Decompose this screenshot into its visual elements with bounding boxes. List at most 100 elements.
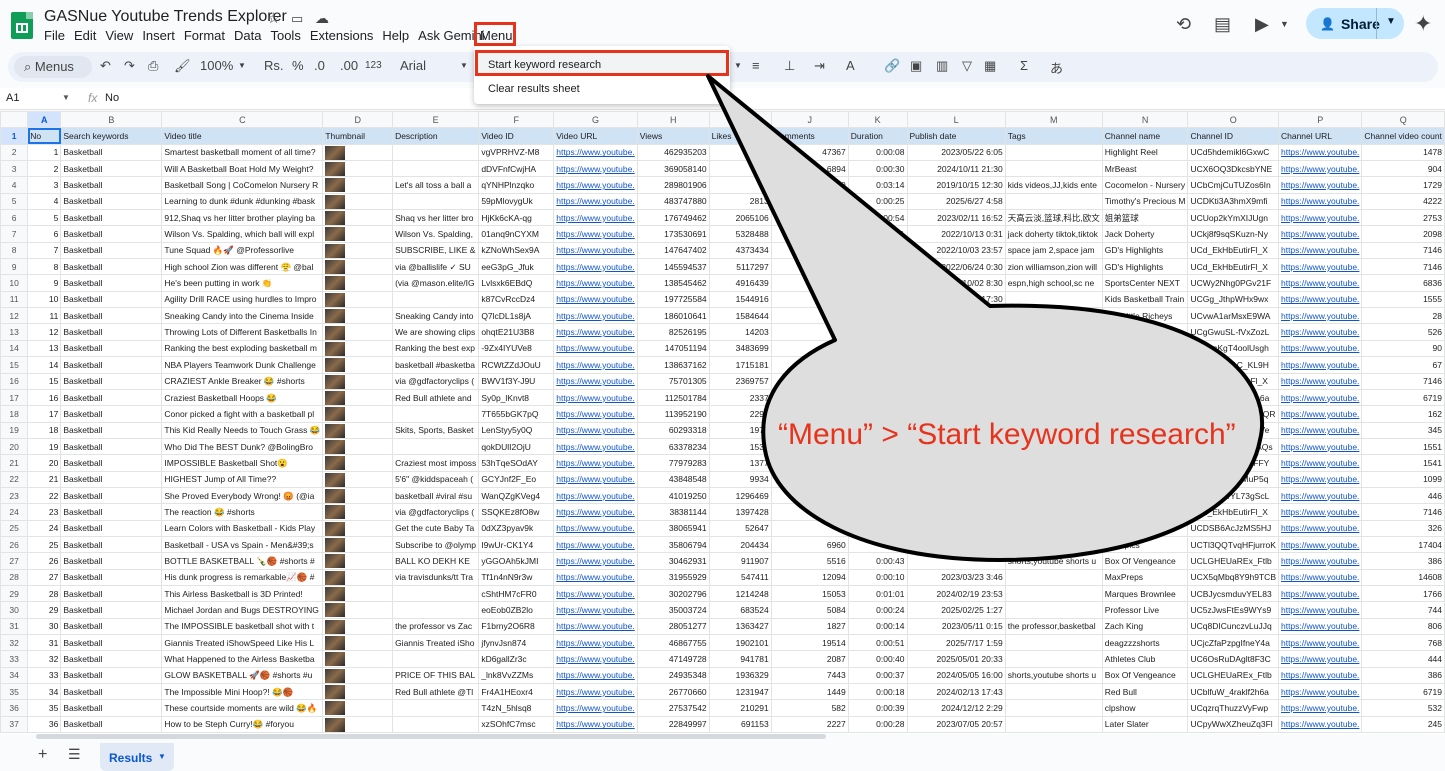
cell[interactable]: 30462931 — [636, 552, 710, 570]
cell[interactable]: 26 — [27, 552, 62, 570]
cell[interactable]: 0:00:30 — [847, 290, 908, 309]
cell[interactable]: Jack Doherty — [1101, 225, 1189, 243]
cell[interactable]: SSQKEz8fO8w — [478, 503, 555, 521]
cell[interactable]: This Kid Really Needs to Touch Grass 😂 — [161, 421, 324, 439]
cell[interactable]: GCYJnf2F_Eo — [478, 470, 555, 488]
cell[interactable]: Basketball — [60, 307, 163, 325]
cell[interactable]: https://www.youtube. — [1277, 666, 1363, 685]
cell[interactable] — [906, 372, 1006, 390]
cell[interactable]: The reaction 😂 #shorts — [161, 503, 324, 521]
cell[interactable] — [392, 143, 480, 162]
cell[interactable]: https://www.youtube. — [1277, 715, 1363, 734]
thumbnail-cell[interactable] — [322, 650, 394, 668]
cell[interactable] — [906, 323, 1006, 341]
thumbnail-cell[interactable] — [322, 339, 394, 358]
cell[interactable]: https://www.youtube. — [553, 601, 638, 619]
cell[interactable]: 19514 — [770, 633, 849, 652]
row-number[interactable]: 26 — [0, 535, 29, 554]
cell[interactable]: 197725584 — [636, 290, 710, 309]
cell[interactable] — [770, 241, 849, 260]
cell[interactable]: 30 — [27, 617, 62, 636]
cell[interactable]: https://www.youtube. — [553, 470, 638, 488]
cell[interactable]: Later Slater — [1101, 715, 1189, 734]
cell[interactable]: UC6OsRuDAglt8F3C — [1187, 650, 1279, 668]
cell[interactable]: 941781 — [708, 650, 772, 668]
font-chevron-icon[interactable]: ▼ — [460, 61, 468, 70]
cell[interactable]: 5117297 — [708, 258, 772, 276]
cell[interactable]: Basketball — [60, 388, 163, 407]
cell[interactable]: Basketball — [60, 601, 163, 619]
cell[interactable]: 52647 — [708, 519, 772, 537]
cell[interactable]: https://www.youtube. — [1277, 225, 1363, 243]
cell[interactable]: shorts,youtube shorts u — [1004, 552, 1103, 570]
cell[interactable]: cShtHM7cFR0 — [478, 584, 555, 603]
cell[interactable]: Red Bull — [1101, 683, 1189, 701]
move-folder-icon[interactable]: ▭ — [291, 11, 303, 27]
cell[interactable]: The Little Richeys — [1101, 307, 1189, 325]
star-icon[interactable]: ☆ — [267, 9, 280, 27]
cell[interactable]: 24935348 — [636, 666, 710, 685]
cell[interactable]: 2813 — [708, 192, 772, 211]
menu-format[interactable]: Format — [184, 28, 232, 43]
cell[interactable]: https://www.youtube. — [553, 552, 638, 570]
cell[interactable]: 204434 — [708, 535, 772, 554]
cell[interactable]: UCDKti3A3hmX9mfi — [1187, 192, 1279, 211]
cell[interactable] — [392, 715, 480, 734]
cell[interactable]: UCbc1UerYL73gScL — [1187, 486, 1279, 505]
cell[interactable] — [1004, 470, 1103, 488]
percent-format-button[interactable]: % — [292, 58, 304, 73]
cell[interactable]: 113952190 — [636, 405, 710, 423]
cell[interactable]: jfynvJsn874 — [478, 633, 555, 652]
cell[interactable]: 1377 — [708, 454, 772, 472]
row-number[interactable]: 34 — [0, 666, 29, 685]
cell[interactable]: https://www.youtube. — [553, 633, 638, 652]
header-cell[interactable]: Description — [392, 127, 480, 145]
cell[interactable]: 806 — [1361, 617, 1445, 636]
cell[interactable]: shorts,youtube shorts u — [1004, 666, 1103, 685]
cell[interactable]: 4222 — [1361, 192, 1445, 211]
cell[interactable]: https://www.youtube. — [553, 372, 638, 390]
cell[interactable]: 2369757 — [708, 372, 772, 390]
increase-decimal-button[interactable]: .00 — [340, 58, 358, 73]
cell[interactable]: https://www.youtube. — [1277, 209, 1363, 227]
cell[interactable]: Craziest Basketball Hoops 😂 — [161, 388, 324, 407]
horizontal-scrollbar[interactable] — [36, 734, 826, 739]
cell[interactable]: Basketball — [60, 470, 163, 488]
cell[interactable] — [847, 470, 908, 488]
font-select[interactable]: Arial — [400, 58, 426, 73]
thumbnail-cell[interactable] — [322, 388, 394, 407]
cell[interactable]: by ChuChu — [1101, 519, 1189, 537]
cell[interactable]: https://www.youtube. — [1277, 323, 1363, 341]
cell[interactable]: 912,Shaq vs her litter brother playing b… — [161, 209, 324, 227]
column-header-n[interactable]: N — [1101, 111, 1189, 129]
currency-format-button[interactable]: Rs. — [264, 58, 284, 73]
filter-views-icon[interactable]: ▦ — [984, 58, 996, 74]
cell[interactable]: Basketball — [60, 568, 163, 586]
menu-file[interactable]: File — [44, 28, 72, 43]
comments-icon[interactable]: ▤ — [1214, 14, 1231, 35]
name-box[interactable]: A1 — [6, 92, 19, 104]
cell[interactable]: Basketball - USA vs Spain - Men&#39;s — [161, 535, 324, 554]
row-number[interactable]: 23 — [0, 486, 29, 505]
cell[interactable]: 0:00:43 — [847, 552, 908, 570]
menu-tools[interactable]: Tools — [270, 28, 307, 43]
row-number[interactable]: 22 — [0, 470, 29, 488]
cell[interactable] — [1004, 454, 1103, 472]
cell[interactable]: https://www.youtube. — [1277, 192, 1363, 211]
thumbnail-cell[interactable] — [322, 274, 394, 292]
row-number[interactable]: 15 — [0, 356, 29, 374]
cell[interactable]: 67 — [1361, 356, 1445, 374]
cell[interactable] — [392, 650, 480, 668]
cell[interactable]: 1729 — [1361, 176, 1445, 194]
cell[interactable]: 2087 — [770, 650, 849, 668]
row-number[interactable]: 24 — [0, 503, 29, 521]
thumbnail-cell[interactable] — [322, 666, 394, 685]
cell[interactable]: 1449 — [770, 683, 849, 701]
cell[interactable]: 0dXZ3pyav9k — [478, 519, 555, 537]
cell[interactable]: https://www.youtube. — [1277, 372, 1363, 390]
cell[interactable]: 6 — [27, 225, 62, 243]
cell[interactable]: Shaq vs her litter bro — [392, 209, 480, 227]
cell[interactable]: Kids Basketball Train — [1101, 290, 1189, 309]
cell[interactable]: The Impossible Mini Hoop?! 😂🏀 — [161, 683, 324, 701]
thumbnail-cell[interactable] — [322, 421, 394, 439]
